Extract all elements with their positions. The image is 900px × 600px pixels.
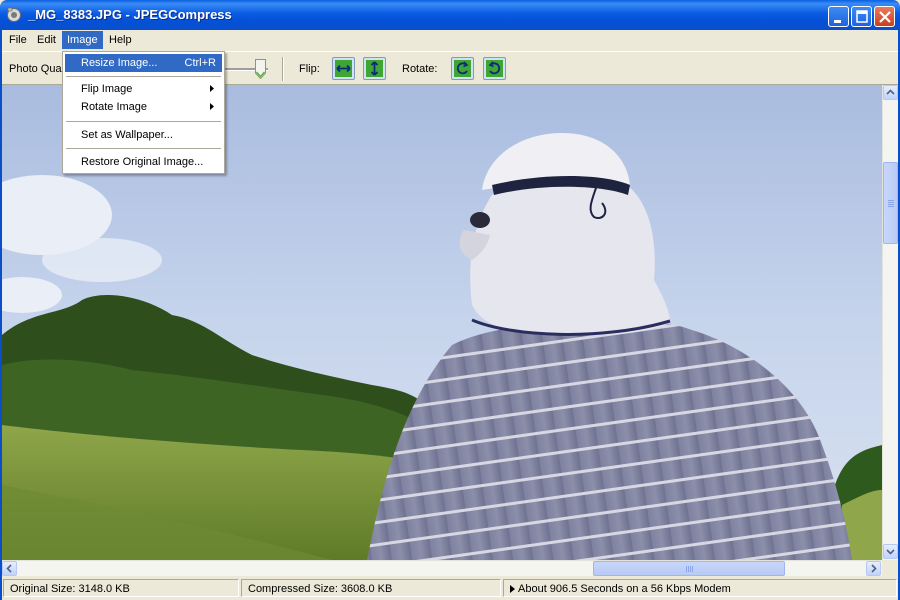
flip-horizontal-button[interactable] [332, 57, 355, 80]
menu-item-label: Restore Original Image... [81, 156, 204, 168]
rotate-counterclockwise-icon [454, 60, 471, 77]
minimize-icon [834, 20, 841, 23]
scroll-grip-icon [888, 200, 894, 207]
window-title: _MG_8383.JPG - JPEGCompress [28, 7, 232, 22]
submenu-arrow-icon [210, 85, 214, 92]
scroll-down-button[interactable] [883, 544, 898, 559]
toolbar-separator [282, 57, 284, 81]
menu-file[interactable]: File [4, 31, 32, 49]
play-arrow-icon [510, 585, 515, 593]
scroll-grip-icon [686, 566, 693, 572]
rotate-clockwise-button[interactable] [483, 57, 506, 80]
flip-label: Flip: [299, 63, 320, 75]
modem-time-text: About 906.5 Seconds on a 56 Kbps Modem [518, 583, 731, 595]
status-bar: Original Size: 3148.0 KB Compressed Size… [0, 577, 900, 600]
photo-quality-slider-thumb[interactable] [255, 59, 266, 79]
scroll-left-button[interactable] [2, 561, 17, 576]
scroll-up-button[interactable] [883, 85, 898, 100]
maximize-button[interactable] [851, 6, 872, 27]
menu-item-label: Resize Image... [81, 57, 158, 69]
modem-time-status: About 906.5 Seconds on a 56 Kbps Modem [503, 579, 897, 597]
menu-separator [66, 76, 221, 77]
menu-item-label: Flip Image [81, 83, 133, 95]
menu-separator [66, 121, 221, 122]
flip-horizontal-icon [335, 60, 352, 77]
rotate-clockwise-icon [486, 60, 503, 77]
chevron-right-icon [871, 564, 877, 573]
close-icon [879, 11, 891, 23]
maximize-icon [856, 10, 868, 23]
sunglasses [470, 212, 490, 228]
menu-item-rotate-image[interactable]: Rotate Image [65, 98, 222, 116]
scroll-right-button[interactable] [866, 561, 881, 576]
vertical-scrollbar[interactable] [882, 85, 898, 560]
menu-help[interactable]: Help [104, 31, 137, 49]
menu-item-label: Set as Wallpaper... [81, 129, 173, 141]
menu-item-restore-original-image[interactable]: Restore Original Image... [65, 153, 222, 171]
submenu-arrow-icon [210, 103, 214, 110]
menu-edit[interactable]: Edit [32, 31, 61, 49]
compressed-size-status: Compressed Size: 3608.0 KB [241, 579, 501, 597]
menu-item-flip-image[interactable]: Flip Image [65, 80, 222, 98]
rotate-label: Rotate: [402, 63, 438, 75]
horizontal-scrollbar[interactable] [2, 560, 882, 576]
flip-vertical-button[interactable] [363, 57, 386, 80]
menu-item-shortcut: Ctrl+R [184, 57, 216, 69]
menu-bar: File Edit Image Help [0, 30, 900, 50]
chevron-up-icon [886, 89, 895, 95]
app-icon [7, 7, 21, 22]
menu-item-label: Rotate Image [81, 101, 148, 113]
chevron-down-icon [886, 549, 895, 555]
menu-item-set-as-wallpaper[interactable]: Set as Wallpaper... [65, 126, 222, 144]
flip-vertical-icon [366, 60, 383, 77]
chevron-left-icon [6, 564, 12, 573]
minimize-button[interactable] [828, 6, 849, 27]
title-bar[interactable]: _MG_8383.JPG - JPEGCompress [0, 0, 900, 30]
vertical-scroll-thumb[interactable] [883, 162, 898, 244]
original-size-status: Original Size: 3148.0 KB [3, 579, 239, 597]
image-dropdown-menu: Resize Image... Ctrl+R Flip Image Rotate… [62, 51, 225, 174]
menu-separator [66, 148, 221, 149]
menu-image[interactable]: Image [62, 31, 103, 49]
horizontal-scroll-thumb[interactable] [593, 561, 785, 576]
close-button[interactable] [874, 6, 895, 27]
rotate-counterclockwise-button[interactable] [451, 57, 474, 80]
window-border-left [0, 30, 2, 600]
menu-item-resize-image[interactable]: Resize Image... Ctrl+R [65, 54, 222, 72]
cloud [42, 238, 162, 282]
